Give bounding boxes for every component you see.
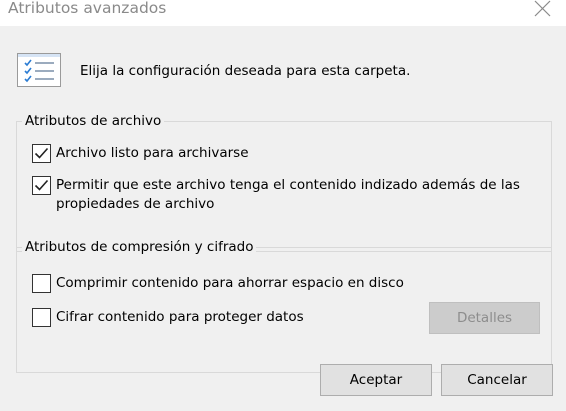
window-title: Atributos avanzados [8, 0, 167, 17]
checklist-icon [17, 53, 61, 87]
archive-ready-option[interactable]: Archivo listo para archivarse [32, 144, 249, 163]
allow-indexing-checkbox[interactable] [32, 176, 51, 195]
compress-label: Comprimir contenido para ahorrar espacio… [56, 275, 404, 291]
details-button[interactable]: Detalles [429, 302, 540, 334]
close-button[interactable] [519, 0, 566, 22]
archive-ready-label: Archivo listo para archivarse [56, 145, 249, 161]
title-bar[interactable]: Atributos avanzados [0, 0, 566, 24]
compression-encryption-legend: Atributos de compresión y cifrado [22, 239, 257, 255]
compress-checkbox[interactable] [32, 274, 51, 293]
ok-button[interactable]: Aceptar [320, 364, 432, 396]
archive-attributes-legend: Atributos de archivo [22, 113, 165, 129]
cancel-button[interactable]: Cancelar [441, 364, 553, 396]
intro-text: Elija la configuración deseada para esta… [80, 63, 411, 79]
close-icon [534, 0, 551, 17]
compress-option[interactable]: Comprimir contenido para ahorrar espacio… [32, 274, 404, 293]
encrypt-checkbox[interactable] [32, 308, 51, 327]
allow-indexing-label: Permitir que este archivo tenga el conte… [56, 177, 520, 212]
archive-ready-checkbox[interactable] [32, 144, 51, 163]
checkmark-icon [34, 147, 49, 159]
allow-indexing-option[interactable]: Permitir que este archivo tenga el conte… [32, 176, 544, 214]
checkmark-icon [34, 179, 49, 191]
advanced-attributes-dialog: Atributos avanzados Elija la configuraci… [0, 0, 566, 411]
encrypt-option[interactable]: Cifrar contenido para proteger datos [32, 308, 304, 327]
dialog-body: Elija la configuración deseada para esta… [0, 26, 566, 411]
encrypt-label: Cifrar contenido para proteger datos [56, 309, 304, 325]
